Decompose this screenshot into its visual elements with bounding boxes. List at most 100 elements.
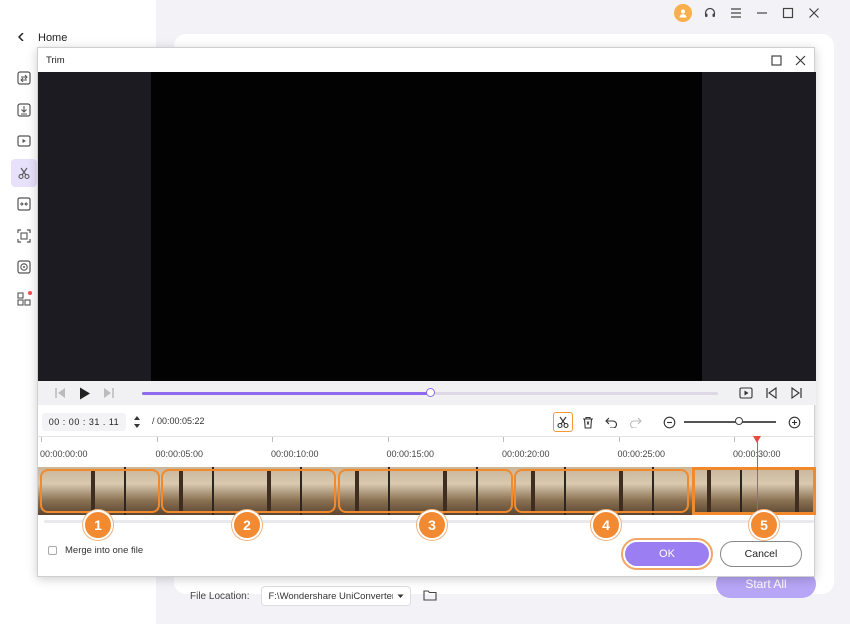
- ruler-tick-mark: [272, 437, 273, 442]
- ruler-tick-mark: [618, 437, 620, 442]
- previous-frame-icon[interactable]: [52, 385, 68, 401]
- skip-forward-icon[interactable]: [789, 385, 805, 401]
- menu-icon[interactable]: [728, 5, 744, 21]
- ruler-tick-label: 00:00:10:00: [271, 449, 319, 459]
- thumbnail-frame: [302, 467, 388, 515]
- video-preview: [38, 72, 816, 381]
- ruler-tick-label: 00:00:00:00: [40, 449, 88, 459]
- close-icon[interactable]: [792, 52, 808, 68]
- home-label: Home: [38, 32, 68, 44]
- ruler-tick-mark: [734, 437, 735, 442]
- thumbnail-frame: [126, 467, 212, 515]
- chevron-down-icon: [397, 591, 404, 602]
- ok-button[interactable]: OK: [625, 542, 709, 566]
- sidebar-icons: [11, 64, 37, 316]
- thumbnail-detail: [90, 469, 95, 513]
- play-icon[interactable]: [77, 385, 93, 401]
- trim-icon[interactable]: [11, 158, 37, 187]
- thumbnail-frame: [742, 467, 816, 515]
- minimize-icon[interactable]: [754, 5, 770, 21]
- thumbnail-detail: [266, 469, 271, 513]
- download-icon[interactable]: [11, 96, 37, 124]
- segment-number-badge: 2: [232, 510, 262, 540]
- trim-dialog: Trim 00 : 00 : 31 . 11 / 00:00:05:22 00:…: [37, 47, 816, 578]
- thumbnail-detail: [618, 469, 623, 513]
- thumbnail-frame: [390, 467, 476, 515]
- thumbnail-frame: [38, 467, 124, 515]
- dvd-burn-icon[interactable]: [11, 253, 37, 281]
- segment-number-badge: 3: [417, 510, 447, 540]
- thumbnail-detail: [530, 469, 535, 513]
- file-location-label: File Location:: [190, 590, 250, 602]
- playback-controls: [38, 381, 816, 405]
- cancel-button[interactable]: Cancel: [720, 541, 802, 567]
- file-location-bar: File Location: F:\Wondershare UniConvert…: [190, 586, 438, 606]
- segment-number-badge: 1: [83, 510, 113, 540]
- merge-option[interactable]: Merge into one file: [48, 545, 143, 556]
- convert-icon[interactable]: [11, 64, 37, 92]
- home-nav[interactable]: Home: [17, 32, 68, 44]
- zoom-in-icon[interactable]: [784, 412, 804, 432]
- timeline: 00:00:00:00 00:00:05:00 00:00:10:00 00:00:1…: [38, 436, 816, 578]
- folder-icon[interactable]: [423, 589, 438, 604]
- ruler-tick-mark: [503, 437, 504, 442]
- next-frame-icon[interactable]: [101, 385, 117, 401]
- notification-dot: [28, 290, 32, 295]
- ruler-tick-label: 00:00:15:00: [386, 449, 435, 459]
- ruler-tick-label: 00:00:25:00: [617, 449, 666, 459]
- merge-checkbox[interactable]: [48, 546, 57, 555]
- playback-progress-fill: [142, 392, 430, 395]
- screen-record-icon[interactable]: [11, 222, 37, 250]
- toolbox-icon[interactable]: [11, 285, 37, 313]
- thumbnail-frame: [654, 467, 740, 515]
- window-controls: [674, 4, 822, 22]
- video-editor-icon[interactable]: [11, 127, 37, 155]
- file-location-value: F:\Wondershare UniConverter 1: [268, 590, 394, 602]
- thumbnail-frame: [478, 467, 564, 515]
- file-location-select[interactable]: F:\Wondershare UniConverter 1: [261, 586, 412, 606]
- chevron-left-icon: [17, 32, 24, 44]
- time-stepper[interactable]: [132, 412, 142, 432]
- ruler-tick-label: 00:00:20:00: [502, 449, 550, 459]
- delete-icon[interactable]: [578, 412, 598, 432]
- zoom-out-icon[interactable]: [659, 412, 679, 432]
- merge-icon[interactable]: [11, 190, 37, 218]
- cut-scissors-icon[interactable]: [553, 412, 573, 432]
- thumbnail-frame: [566, 467, 652, 515]
- segment-number-badge: 4: [591, 510, 621, 540]
- playhead-marker-icon[interactable]: [753, 436, 761, 443]
- playhead[interactable]: [757, 436, 758, 516]
- support-headset-icon[interactable]: [702, 5, 718, 21]
- ruler-tick-mark: [41, 437, 42, 442]
- maximize-icon[interactable]: [780, 5, 796, 21]
- dialog-title: Trim: [46, 54, 65, 66]
- thumbnail-detail: [706, 469, 711, 513]
- redo-icon[interactable]: [625, 412, 645, 432]
- video-frame: [151, 72, 702, 381]
- time-ruler: 00:00:00:00 00:00:05:00 00:00:10:00 00:00:1…: [38, 436, 816, 464]
- ruler-tick-label: 00:00:05:00: [155, 449, 204, 459]
- merge-label: Merge into one file: [65, 545, 144, 556]
- video-thumbnail-strip[interactable]: [38, 467, 816, 515]
- preview-window-icon[interactable]: [738, 385, 754, 401]
- maximize-icon[interactable]: [768, 52, 784, 68]
- thumbnail-detail: [442, 469, 447, 513]
- zoom-slider-handle[interactable]: [735, 417, 744, 425]
- thumbnail-detail: [354, 469, 359, 513]
- zoom-slider[interactable]: [684, 417, 776, 425]
- playback-progress-handle[interactable]: [426, 388, 435, 397]
- skip-back-icon[interactable]: [763, 385, 779, 401]
- ok-button-highlight: OK: [621, 538, 713, 570]
- current-time-input[interactable]: 00 : 00 : 31 . 11: [42, 413, 126, 431]
- playback-progress-bar[interactable]: [142, 388, 718, 397]
- close-icon[interactable]: [806, 5, 822, 21]
- undo-icon[interactable]: [601, 412, 621, 432]
- ruler-tick-mark: [387, 437, 389, 442]
- total-duration: / 00:00:05:22: [152, 416, 205, 426]
- avatar-icon[interactable]: [674, 4, 692, 22]
- edit-toolbar: 00 : 00 : 31 . 11 / 00:00:05:22: [38, 410, 816, 434]
- segment-number-badge: 5: [749, 510, 779, 540]
- thumbnail-detail: [178, 469, 183, 513]
- ruler-tick-mark: [156, 437, 158, 442]
- thumbnail-frame: [214, 467, 300, 515]
